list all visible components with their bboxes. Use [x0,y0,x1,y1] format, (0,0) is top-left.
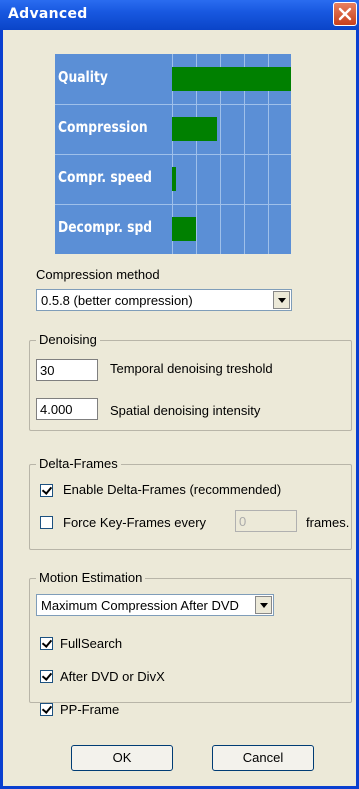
enable-delta-frames-label: Enable Delta-Frames (recommended) [63,482,282,497]
compression-method-label: Compression method [36,267,160,282]
chart-label-compr-speed: Compr. speed [58,168,152,186]
after-dvd-label: After DVD or DivX [60,669,165,684]
motion-estimation-value: Maximum Compression After DVD [41,598,239,613]
force-keyframes-label: Force Key-Frames every [63,515,207,530]
advanced-dialog: Advanced Quality Compression Compr. spee… [0,0,359,789]
delta-frames-group [29,464,352,550]
chevron-down-icon[interactable] [273,291,290,309]
compression-method-value: 0.5.8 (better compression) [41,293,193,308]
chart-label-quality: Quality [58,68,108,86]
chart-bar-decompr-spd [172,217,196,241]
title-bar[interactable]: Advanced [0,0,359,30]
denoising-group-title: Denoising [36,332,100,347]
temporal-denoising-label: Temporal denoising treshold [110,361,273,376]
spatial-denoising-input[interactable]: 4.000 [36,398,98,420]
chart-gridline [55,204,291,205]
compression-method-select[interactable]: 0.5.8 (better compression) [36,289,292,311]
spatial-denoising-label: Spatial denoising intensity [110,403,261,418]
fullsearch-label: FullSearch [60,636,123,651]
delta-frames-group-title: Delta-Frames [36,456,121,471]
enable-delta-frames-checkbox[interactable] [40,484,53,497]
chevron-down-icon[interactable] [255,596,272,614]
frames-label: frames. [306,515,350,530]
temporal-denoising-input[interactable]: 30 [36,359,98,381]
chart-bar-quality [172,67,291,91]
close-button[interactable] [333,2,357,26]
chart-bar-compr-speed [172,167,176,191]
chart-label-compression: Compression [58,118,148,136]
force-keyframes-checkbox[interactable] [40,516,53,529]
ok-button[interactable]: OK [71,745,173,771]
fullsearch-checkbox[interactable] [40,637,53,650]
chart-gridline [55,154,291,155]
chart-label-decompr-spd: Decompr. spd [58,218,153,236]
window-title: Advanced [8,6,88,22]
performance-chart: Quality Compression Compr. speed Decompr… [55,54,291,254]
pp-frame-label: PP-Frame [60,702,120,717]
chart-gridline [55,104,291,105]
after-dvd-checkbox[interactable] [40,670,53,683]
chart-bar-compression [172,117,217,141]
motion-estimation-group-title: Motion Estimation [36,570,146,585]
keyframes-interval-input[interactable]: 0 [235,510,297,532]
pp-frame-checkbox[interactable] [40,703,53,716]
motion-estimation-select[interactable]: Maximum Compression After DVD [36,594,274,616]
close-icon [338,7,352,21]
cancel-button[interactable]: Cancel [212,745,314,771]
